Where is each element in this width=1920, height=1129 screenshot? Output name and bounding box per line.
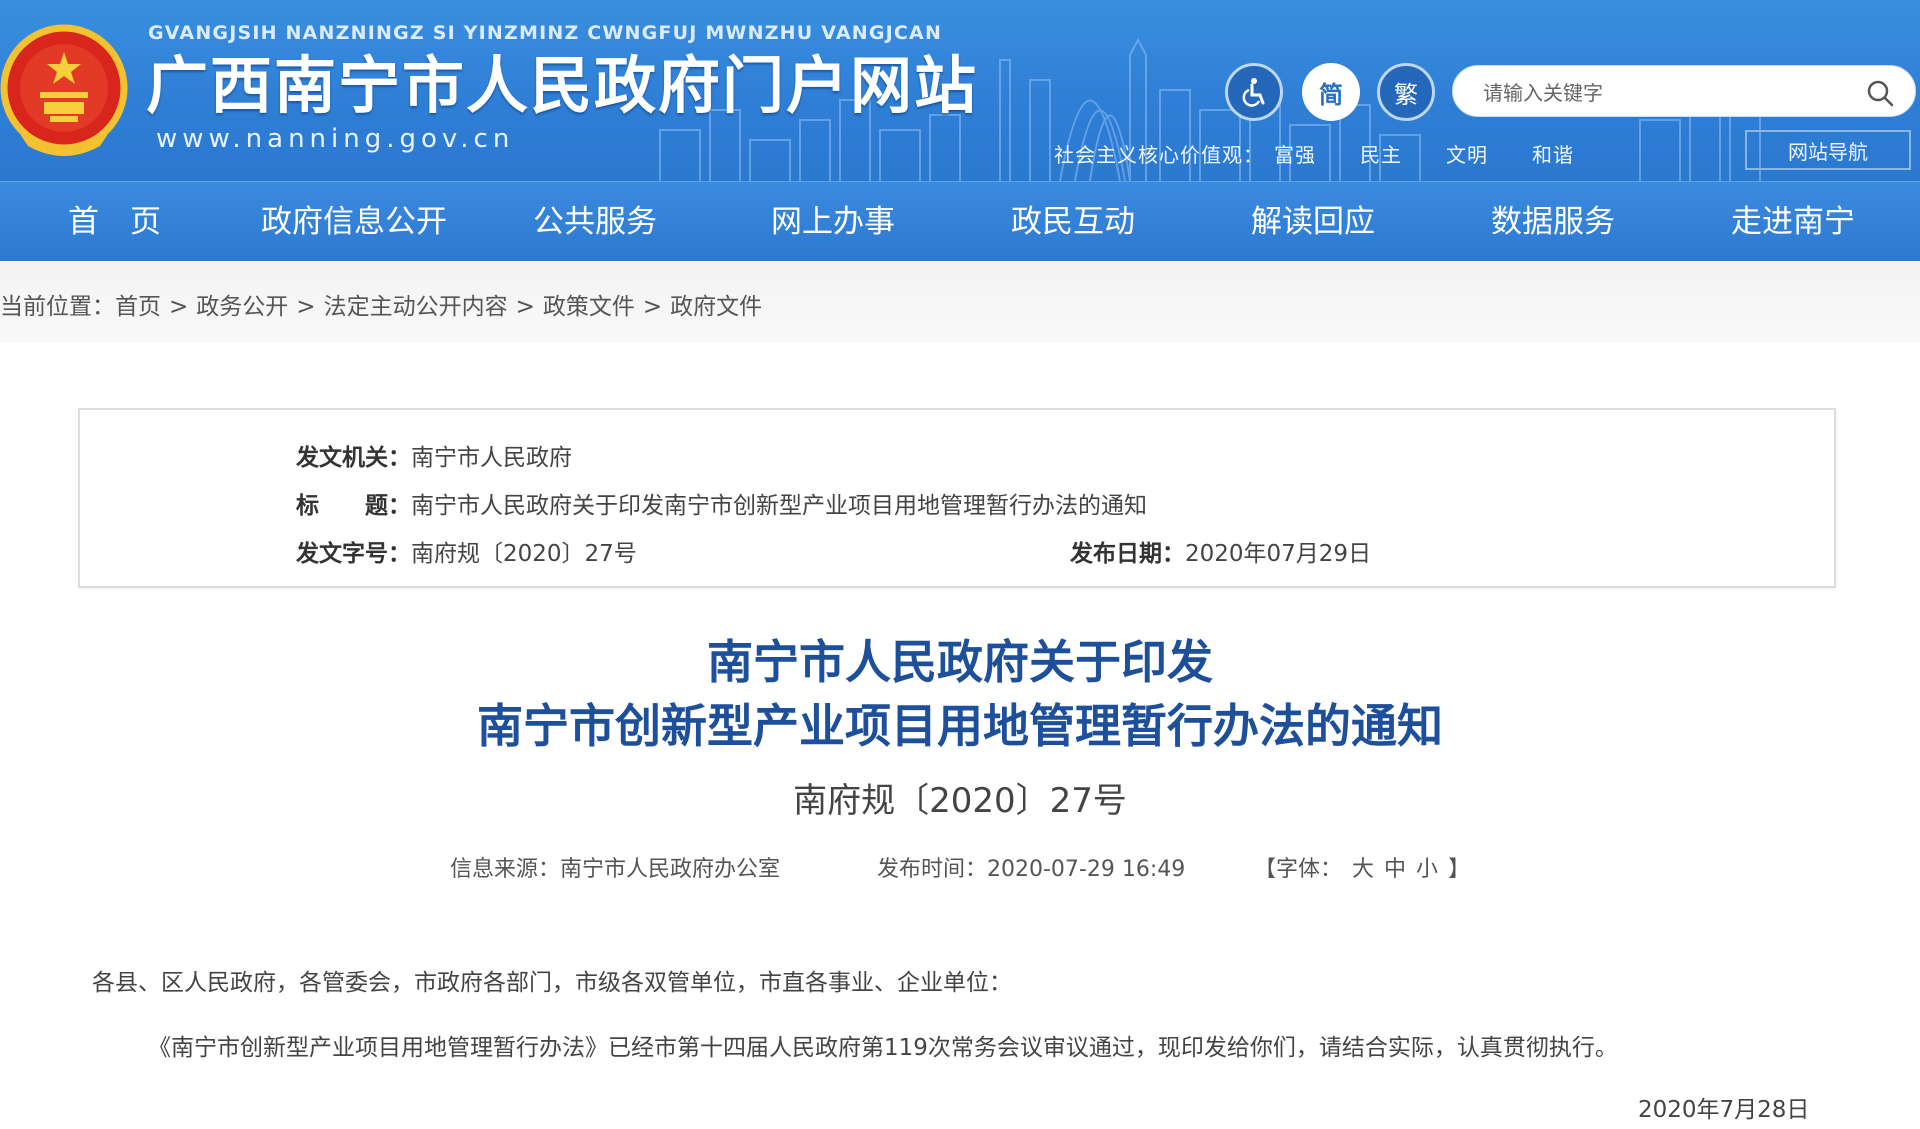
site-url: www.nanning.gov.cn <box>156 124 515 154</box>
font-size-large-button[interactable]: 大 <box>1352 857 1374 882</box>
info-value: 2020年07月29日 <box>1185 541 1372 567</box>
nav-item-public-service[interactable]: 公共服务 <box>533 182 657 262</box>
article-title-line2: 南宁市创新型产业项目用地管理暂行办法的通知 <box>477 699 1443 753</box>
info-value: 南府规〔2020〕27号 <box>411 541 637 567</box>
font-size-close: 】 <box>1448 857 1471 882</box>
article-doc-number: 南府规〔2020〕27号 <box>793 781 1127 821</box>
breadcrumb-link-home[interactable]: 首页 <box>115 294 161 320</box>
breadcrumb-link[interactable]: 政务公开 <box>196 294 288 320</box>
info-doc-number: 发文字号：南府规〔2020〕27号 <box>296 534 637 568</box>
nav-item-online-service[interactable]: 网上办事 <box>771 182 895 262</box>
core-value: 和谐 <box>1532 143 1574 167</box>
nav-item-government-info[interactable]: 政府信息公开 <box>261 182 447 262</box>
document-info-box: 发文机关：南宁市人民政府 标 题：南宁市人民政府关于印发南宁市创新型产业项目用地… <box>78 408 1836 588</box>
font-size-label: 【字体： <box>1254 857 1343 882</box>
core-value: 富强 <box>1274 143 1316 167</box>
article-sign-date: 2020年7月28日 <box>1638 1097 1810 1123</box>
nav-item-interaction[interactable]: 政民互动 <box>1011 182 1135 262</box>
breadcrumb-bar: 当前位置：首页 > 政务公开 > 法定主动公开内容 > 政策文件 > 政府文件 <box>0 261 1920 343</box>
breadcrumb-separator: > <box>515 294 535 320</box>
article-publish-time: 发布时间：2020-07-29 16:49 <box>877 857 1186 882</box>
search-box <box>1452 65 1916 117</box>
breadcrumb-prefix: 当前位置： <box>0 294 115 320</box>
site-title-pinyin: GVANGJSIH NANZNINGZ SI YINZMINZ CWNGFUJ … <box>148 22 943 44</box>
font-size-controls: 【字体： 大中小】 <box>1254 851 1470 883</box>
core-values: 社会主义核心价值观： 富强 民主 文明 和谐 <box>1054 139 1618 168</box>
nav-item-data-service[interactable]: 数据服务 <box>1491 182 1615 262</box>
nav-item-interpretation[interactable]: 解读回应 <box>1251 182 1375 262</box>
info-value: 南宁市人民政府 <box>411 445 572 471</box>
info-issuer: 发文机关：南宁市人民政府 <box>296 438 572 472</box>
breadcrumb-separator: > <box>642 294 663 320</box>
site-title[interactable]: 广西南宁市人民政府门户网站 <box>146 48 978 124</box>
nav-item-home[interactable]: 首 页 <box>68 182 161 262</box>
main-nav: 首 页 政府信息公开 公共服务 网上办事 政民互动 解读回应 数据服务 走进南宁 <box>0 181 1920 262</box>
wheelchair-icon <box>1242 78 1265 107</box>
breadcrumb-separator: > <box>169 294 189 320</box>
info-label: 发文字号： <box>296 541 411 567</box>
breadcrumb-separator: > <box>296 294 316 320</box>
breadcrumb-link[interactable]: 法定主动公开内容 <box>324 294 508 320</box>
search-input[interactable] <box>1481 78 1855 108</box>
breadcrumb-link[interactable]: 政策文件 <box>543 294 635 320</box>
simplified-chinese-button[interactable]: 简 <box>1302 63 1360 121</box>
info-label: 发布日期： <box>1070 541 1185 567</box>
info-value: 南宁市人民政府关于印发南宁市创新型产业项目用地管理暂行办法的通知 <box>411 493 1147 519</box>
article-source: 信息来源：南宁市人民政府办公室 <box>450 857 781 882</box>
site-navigation-button[interactable]: 网站导航 <box>1745 130 1911 170</box>
nav-item-about-nanning[interactable]: 走进南宁 <box>1731 182 1855 262</box>
info-label: 发文机关： <box>296 445 411 471</box>
traditional-chinese-button[interactable]: 繁 <box>1377 63 1435 121</box>
info-title: 标 题：南宁市人民政府关于印发南宁市创新型产业项目用地管理暂行办法的通知 <box>296 486 1147 520</box>
breadcrumb: 当前位置：首页 > 政务公开 > 法定主动公开内容 > 政策文件 > 政府文件 <box>0 287 762 321</box>
article-title-line1: 南宁市人民政府关于印发 <box>707 635 1213 689</box>
info-label: 标 题： <box>296 493 411 519</box>
core-value: 民主 <box>1360 143 1402 167</box>
core-values-label: 社会主义核心价值观： <box>1054 143 1264 167</box>
accessibility-button[interactable] <box>1225 63 1283 121</box>
article-salutation: 各县、区人民政府，各管委会，市政府各部门，市级各双管单位，市直各事业、企业单位： <box>92 970 1012 996</box>
article-paragraph: 《南宁市创新型产业项目用地管理暂行办法》已经市第十四届人民政府第119次常务会议… <box>148 1035 1618 1061</box>
site-header: GVANGJSIH NANZNINGZ SI YINZMINZ CWNGFUJ … <box>0 0 1920 181</box>
search-icon[interactable] <box>1865 78 1895 108</box>
national-emblem-logo <box>0 24 128 156</box>
core-value: 文明 <box>1446 143 1488 167</box>
breadcrumb-link[interactable]: 政府文件 <box>670 294 762 320</box>
font-size-medium-button[interactable]: 中 <box>1384 857 1406 882</box>
font-size-small-button[interactable]: 小 <box>1416 857 1438 882</box>
info-publish-date: 发布日期：2020年07月29日 <box>1070 534 1371 568</box>
